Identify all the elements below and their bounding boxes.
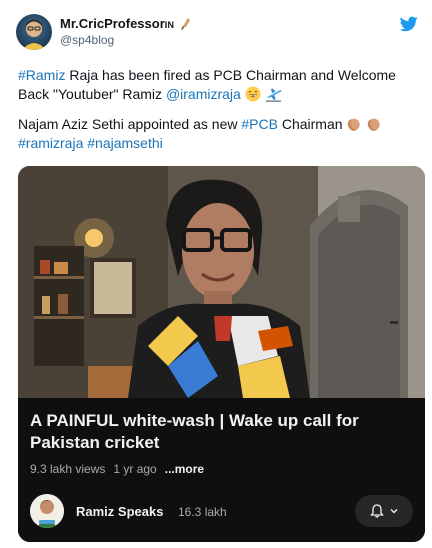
more-link[interactable]: ...more bbox=[165, 462, 204, 476]
tweet-paragraph-1: #Ramiz Raja has been fired as PCB Chairm… bbox=[18, 67, 396, 102]
airplane-departure-icon bbox=[265, 88, 282, 102]
clapping-hands-icon bbox=[348, 118, 361, 131]
tweet-paragraph-2: Najam Aziz Sethi appointed as new #PCB C… bbox=[18, 115, 418, 153]
subscriber-count: 16.3 lakh bbox=[178, 505, 227, 519]
hashtag-ramiz[interactable]: #Ramiz bbox=[18, 67, 65, 83]
hashtag-ramizraja[interactable]: #ramizraja bbox=[18, 135, 83, 151]
channel-name[interactable]: Ramiz Speaks bbox=[76, 504, 163, 519]
hashtag-pcb[interactable]: #PCB bbox=[241, 116, 278, 132]
upload-age: 1 yr ago bbox=[113, 462, 157, 476]
notification-button[interactable] bbox=[355, 495, 413, 527]
video-info-panel: A PAINFUL white-wash | Wake up call for … bbox=[18, 398, 425, 542]
grinning-face-icon bbox=[245, 86, 261, 102]
view-count: 9.3 lakh views bbox=[30, 462, 106, 476]
tweet-text: #Ramiz Raja has been fired as PCB Chairm… bbox=[18, 66, 418, 164]
clapping-hands-icon bbox=[368, 118, 380, 131]
channel-row: Ramiz Speaks 16.3 lakh bbox=[30, 494, 413, 530]
chevron-down-icon bbox=[390, 509, 398, 514]
hashtag-najamsethi[interactable]: #najamsethi bbox=[87, 135, 163, 151]
thumbnail-scene bbox=[18, 166, 425, 398]
tweet-header: Mr.CricProfessorIN @sp4blog bbox=[16, 12, 418, 52]
mention-iramizraja[interactable]: @iramizraja bbox=[166, 86, 241, 102]
twitter-bird-icon[interactable] bbox=[400, 16, 418, 32]
video-meta: 9.3 lakh views 1 yr ago ...more bbox=[30, 462, 204, 476]
notification-bell-icon bbox=[370, 504, 384, 518]
video-thumbnail[interactable] bbox=[18, 166, 425, 398]
tweet-card: Mr.CricProfessorIN @sp4blog #Ramiz Raja … bbox=[0, 0, 432, 548]
cricket-bat-icon bbox=[181, 18, 191, 30]
channel-avatar-illustration bbox=[30, 494, 64, 528]
avatar-illustration bbox=[22, 19, 46, 50]
author-display-name[interactable]: Mr.CricProfessorIN bbox=[60, 16, 174, 31]
author-info: Mr.CricProfessorIN @sp4blog bbox=[60, 16, 192, 47]
video-title[interactable]: A PAINFUL white-wash | Wake up call for … bbox=[30, 410, 410, 454]
author-avatar[interactable] bbox=[16, 14, 52, 50]
embedded-video-card[interactable]: A PAINFUL white-wash | Wake up call for … bbox=[18, 166, 425, 542]
channel-avatar[interactable] bbox=[30, 494, 64, 528]
author-handle[interactable]: @sp4blog bbox=[60, 33, 192, 47]
